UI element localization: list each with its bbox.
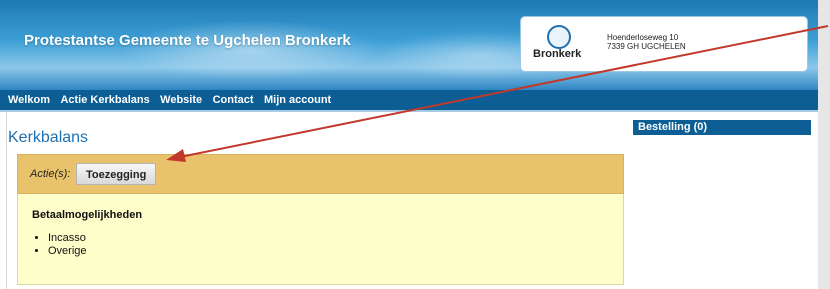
nav-contact[interactable]: Contact: [213, 90, 254, 110]
section-title: Betaalmogelijkheden: [32, 209, 143, 221]
address-city: 7339 GH UGCHELEN: [607, 42, 686, 51]
address: Hoenderloseweg 10 7339 GH UGCHELEN: [607, 33, 686, 51]
address-card: Bronkerk Hoenderloseweg 10 7339 GH UGCHE…: [520, 16, 808, 72]
payment-options-list: Incasso Overige: [34, 232, 87, 258]
nav-actie-kerkbalans[interactable]: Actie Kerkbalans: [60, 90, 149, 110]
toezegging-button[interactable]: Toezegging: [76, 163, 157, 185]
address-street: Hoenderloseweg 10: [607, 33, 679, 42]
list-item: Incasso: [48, 232, 87, 245]
main-nav: Welkom Actie Kerkbalans Website Contact …: [0, 90, 818, 112]
nav-website[interactable]: Website: [160, 90, 202, 110]
order-header[interactable]: Bestelling (0): [633, 120, 811, 135]
actions-label: Actie(s):: [30, 168, 71, 180]
site-header: Protestantse Gemeente te Ugchelen Bronke…: [0, 0, 818, 90]
header-cloud: [120, 20, 380, 80]
site-title: Protestantse Gemeente te Ugchelen Bronke…: [24, 32, 351, 49]
list-item: Overige: [48, 245, 87, 258]
church-logo-icon: [547, 25, 571, 49]
page-title: Kerkbalans: [8, 129, 89, 146]
window-scrollbar[interactable]: [818, 0, 830, 289]
payment-options-panel: Betaalmogelijkheden Incasso Overige: [17, 194, 624, 285]
actions-bar: Actie(s): Toezegging: [17, 154, 624, 194]
nav-welkom[interactable]: Welkom: [8, 90, 50, 110]
logo-text: Bronkerk: [533, 48, 582, 60]
divider: [6, 112, 7, 289]
bronkerk-logo: Bronkerk: [531, 23, 591, 65]
nav-mijn-account[interactable]: Mijn account: [264, 90, 331, 110]
